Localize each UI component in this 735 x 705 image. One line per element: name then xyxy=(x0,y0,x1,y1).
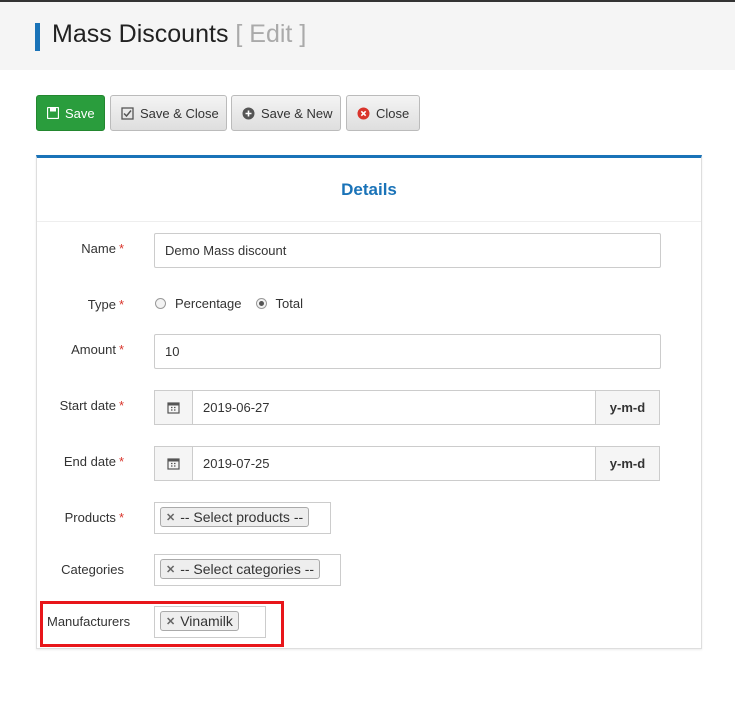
start-date-input[interactable]: 2019-06-27 xyxy=(193,391,595,424)
required-marker: * xyxy=(118,454,124,469)
page-header: Mass Discounts [ Edit ] xyxy=(0,2,735,70)
start-date-label: Start date * xyxy=(0,398,124,413)
amount-input[interactable]: 10 xyxy=(154,334,661,369)
title-accent-bar xyxy=(35,23,40,51)
calendar-icon xyxy=(167,458,180,470)
start-date-field: 2019-06-27 y-m-d xyxy=(154,390,660,425)
products-label-text: Products xyxy=(64,510,116,525)
save-close-button[interactable]: Save & Close xyxy=(110,95,227,131)
start-date-label-text: Start date xyxy=(59,398,116,413)
plus-circle-icon xyxy=(242,106,255,120)
save-close-button-label: Save & Close xyxy=(140,105,219,121)
remove-tag-icon[interactable]: ✕ xyxy=(166,563,175,576)
required-marker: * xyxy=(118,241,124,256)
save-button[interactable]: Save xyxy=(36,95,105,131)
products-label: Products * xyxy=(0,510,124,525)
required-marker: * xyxy=(118,342,124,357)
name-input[interactable]: Demo Mass discount xyxy=(154,233,661,268)
close-button[interactable]: Close xyxy=(346,95,420,131)
end-date-input[interactable]: 2019-07-25 xyxy=(193,447,595,480)
save-button-label: Save xyxy=(65,105,95,121)
close-button-label: Close xyxy=(376,105,410,121)
calendar-icon xyxy=(167,402,180,414)
type-total-radio[interactable] xyxy=(255,298,267,309)
details-panel-title: Details xyxy=(37,158,701,222)
categories-label-text: Categories xyxy=(61,562,124,577)
name-label: Name * xyxy=(0,241,124,256)
categories-label: Categories xyxy=(0,562,124,577)
page-title-mode: [ Edit ] xyxy=(235,20,307,48)
page-title-text: Mass Discounts xyxy=(52,20,229,48)
close-icon xyxy=(357,106,370,120)
type-label-text: Type xyxy=(87,297,116,312)
save-close-icon xyxy=(121,106,134,120)
end-date-format: y-m-d xyxy=(595,447,659,480)
categories-tag[interactable]: ✕ -- Select categories -- xyxy=(160,559,321,579)
end-date-label-text: End date xyxy=(63,454,116,469)
save-icon xyxy=(47,106,59,120)
start-date-format: y-m-d xyxy=(595,391,659,424)
end-date-calendar-button[interactable] xyxy=(155,447,193,480)
name-input-value: Demo Mass discount xyxy=(165,243,287,258)
amount-input-value: 10 xyxy=(165,344,180,359)
type-percentage-label[interactable]: Percentage xyxy=(175,296,242,311)
required-marker: * xyxy=(118,297,124,312)
categories-tag-label: -- Select categories -- xyxy=(180,561,315,577)
amount-label-text: Amount xyxy=(71,342,116,357)
required-marker: * xyxy=(118,398,124,413)
end-date-label: End date * xyxy=(0,454,124,469)
end-date-field: 2019-07-25 y-m-d xyxy=(154,446,660,481)
name-label-text: Name xyxy=(81,241,116,256)
categories-select[interactable]: ✕ -- Select categories -- xyxy=(154,554,341,586)
type-label: Type * xyxy=(0,297,124,312)
products-tag[interactable]: ✕ -- Select products -- xyxy=(160,507,310,527)
save-new-button-label: Save & New xyxy=(261,105,333,121)
products-select[interactable]: ✕ -- Select products -- xyxy=(154,502,331,534)
start-date-calendar-button[interactable] xyxy=(155,391,193,424)
page-title: Mass Discounts [ Edit ] xyxy=(52,20,306,49)
type-percentage-radio[interactable] xyxy=(155,298,166,309)
remove-tag-icon[interactable]: ✕ xyxy=(166,511,175,524)
type-radio-group: Percentage Total xyxy=(155,296,303,311)
highlight-box xyxy=(40,601,284,647)
save-new-button[interactable]: Save & New xyxy=(231,95,341,131)
amount-label: Amount * xyxy=(0,342,124,357)
required-marker: * xyxy=(118,510,124,525)
type-total-label[interactable]: Total xyxy=(276,296,303,311)
products-tag-label: -- Select products -- xyxy=(180,509,304,525)
